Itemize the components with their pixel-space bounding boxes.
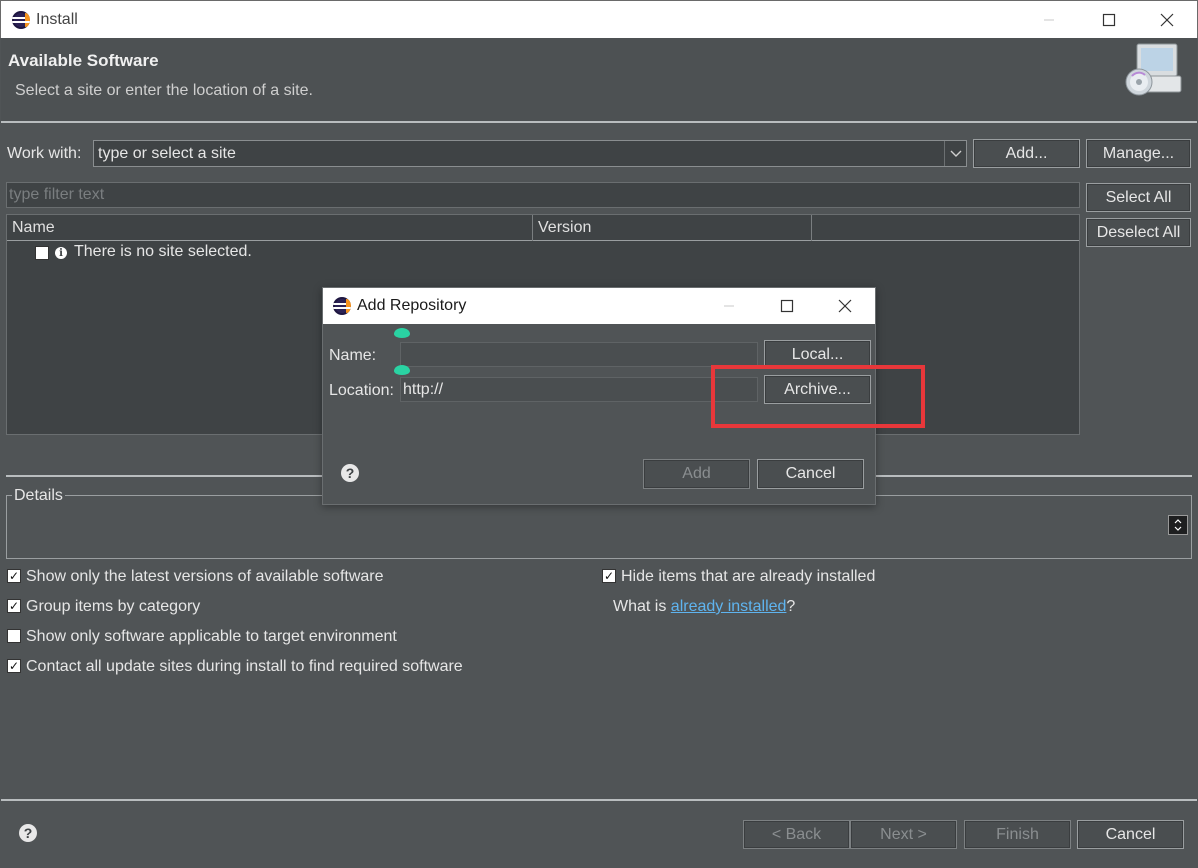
latest-versions-checkbox[interactable]: ✓ [7,569,21,583]
next-button[interactable]: Next > [850,820,957,849]
group-by-category-checkbox[interactable]: ✓ [7,599,21,613]
maximize-icon[interactable] [1089,5,1129,35]
filter-input[interactable]: type filter text [6,182,1080,208]
already-installed-link[interactable]: already installed [671,598,787,615]
required-marker-icon [394,328,410,338]
dialog-title: Add Repository [357,297,467,314]
manage-button[interactable]: Manage... [1086,139,1191,168]
dialog-cancel-button[interactable]: Cancel [757,459,864,489]
cancel-button[interactable]: Cancel [1077,820,1184,849]
applicable-only-checkbox[interactable] [7,629,21,643]
header-separator [1,121,1197,123]
name-input[interactable] [400,342,758,367]
eclipse-icon [12,11,30,29]
location-input[interactable]: http:// [400,377,758,402]
what-is-installed: What is already installed? [613,598,795,616]
work-with-placeholder: type or select a site [98,144,236,162]
eclipse-icon [333,297,351,315]
page-title: Available Software [8,51,159,70]
latest-versions-label: Show only the latest versions of availab… [26,568,384,585]
add-site-button[interactable]: Add... [973,139,1080,168]
page-subtitle: Select a site or enter the location of a… [15,82,313,99]
required-marker-icon [394,365,410,375]
maximize-icon[interactable] [767,291,807,321]
work-with-label: Work with: [7,145,82,162]
minimize-icon[interactable] [1029,5,1069,35]
finish-button[interactable]: Finish [964,820,1071,849]
minimize-icon[interactable] [709,291,749,321]
info-icon: i [55,247,67,259]
contact-all-checkbox[interactable]: ✓ [7,659,21,673]
deselect-all-button[interactable]: Deselect All [1086,218,1191,247]
close-icon[interactable] [1147,5,1187,35]
applicable-only-label: Show only software applicable to target … [26,628,397,645]
scroll-arrows-icon[interactable] [1168,515,1188,535]
install-cd-icon [1123,42,1185,100]
back-button[interactable]: < Back [743,820,850,849]
what-is-prefix: What is [613,598,671,615]
window-title: Install [36,11,78,28]
help-icon[interactable]: ? [341,464,359,482]
what-is-suffix: ? [786,598,796,615]
column-version[interactable]: Version [533,215,812,241]
hide-installed-label: Hide items that are already installed [621,568,876,585]
group-by-category-label: Group items by category [26,598,201,615]
dialog-titlebar: Add Repository [323,288,875,324]
hide-installed-checkbox[interactable]: ✓ [602,569,616,583]
help-icon[interactable]: ? [19,824,37,842]
select-all-button[interactable]: Select All [1086,183,1191,212]
site-checkbox[interactable] [35,246,49,260]
tree-header: Name Version [7,215,1079,241]
wizard-header: Available Software Select a site or ente… [1,38,1197,122]
column-name[interactable]: Name [7,215,533,241]
archive-highlight-box [711,365,925,428]
location-label: Location: [329,382,394,399]
dialog-add-button[interactable]: Add [643,459,750,489]
close-icon[interactable] [825,291,865,321]
footer-separator [1,799,1197,801]
chevron-down-icon[interactable] [944,141,966,166]
window-titlebar: Install [0,0,1198,38]
work-with-combo[interactable]: type or select a site [93,140,967,167]
details-legend: Details [12,487,65,505]
name-label: Name: [329,347,377,364]
no-site-message: There is no site selected. [74,243,252,260]
contact-all-label: Contact all update sites during install … [26,658,463,675]
